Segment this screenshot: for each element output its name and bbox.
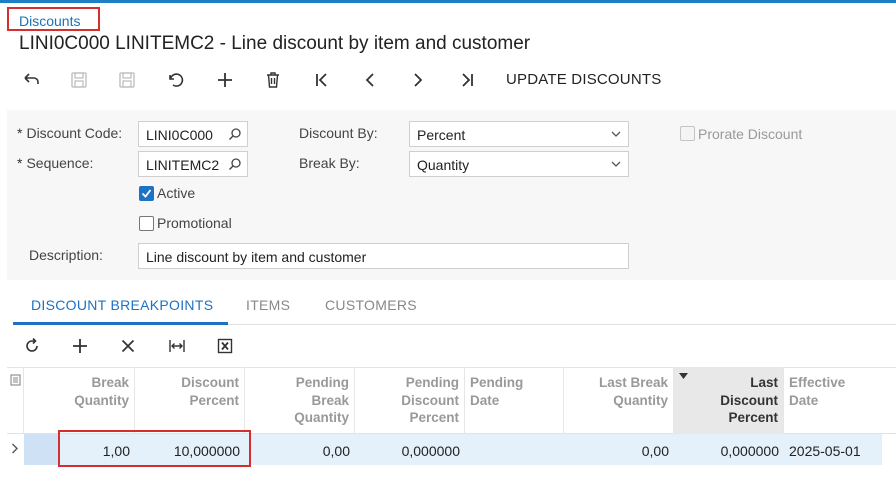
refresh-icon — [26, 337, 38, 352]
search-icon[interactable] — [228, 157, 242, 171]
discount-code-label: * Discount Code: — [17, 125, 123, 141]
add-button[interactable] — [211, 66, 239, 94]
cell-pending-date[interactable] — [465, 434, 564, 465]
discount-by-select[interactable]: Percent — [409, 121, 629, 147]
save-button[interactable] — [113, 66, 141, 94]
column-header-break-quantity[interactable]: Break Quantity — [24, 367, 135, 434]
last-record-button[interactable] — [453, 66, 481, 94]
delete-button[interactable] — [259, 66, 287, 94]
column-header-pending-break-quantity[interactable]: Pending Break Quantity — [245, 367, 355, 434]
cell-pending-discount-percent[interactable]: 0,000000 — [355, 434, 465, 465]
break-by-label: Break By: — [299, 155, 360, 171]
promotional-label: Promotional — [157, 215, 232, 231]
undo-icon — [169, 73, 184, 87]
cell-last-discount-percent[interactable]: 0,000000 — [674, 434, 784, 465]
column-header-pending-date[interactable]: Pending Date — [465, 367, 564, 434]
cell-last-break-quantity[interactable]: 0,00 — [564, 434, 674, 465]
discount-by-label: Discount By: — [299, 125, 378, 141]
prorate-discount-label: Prorate Discount — [698, 126, 803, 142]
promotional-checkbox[interactable] — [139, 216, 154, 231]
chevron-right-icon — [414, 73, 423, 87]
chevron-down-icon — [611, 131, 621, 137]
checkmark-icon — [141, 189, 152, 198]
tab-items[interactable]: ITEMS — [246, 297, 290, 313]
close-icon — [121, 339, 135, 353]
active-checkbox[interactable] — [139, 186, 154, 201]
first-record-button[interactable] — [308, 66, 336, 94]
sort-descending-icon — [679, 373, 688, 379]
column-header-discount-percent[interactable]: Discount Percent — [135, 367, 245, 434]
row-selector-header — [7, 367, 24, 434]
sequence-field[interactable]: LINITEMC2 — [138, 151, 248, 177]
undo-button[interactable] — [162, 66, 190, 94]
fit-columns-button[interactable] — [164, 334, 190, 358]
prorate-discount-checkbox[interactable] — [680, 126, 695, 141]
excel-icon — [217, 338, 233, 354]
tab-customers[interactable]: CUSTOMERS — [325, 297, 417, 313]
add-row-button[interactable] — [67, 334, 93, 358]
page-title: LINI0C000 LINITEMC2 - Line discount by i… — [19, 33, 531, 54]
plus-icon — [218, 73, 232, 87]
update-discounts-button[interactable]: UPDATE DISCOUNTS — [506, 71, 661, 88]
previous-record-button[interactable] — [356, 66, 384, 94]
chevron-left-icon — [365, 73, 374, 87]
file-icon — [10, 374, 21, 386]
active-label: Active — [157, 185, 196, 201]
search-icon[interactable] — [228, 127, 242, 141]
sequence-label: * Sequence: — [17, 155, 94, 171]
active-tab-indicator — [13, 322, 228, 325]
description-field[interactable]: Line discount by item and customer — [138, 243, 629, 269]
refresh-button[interactable] — [19, 334, 45, 358]
discount-code-field[interactable]: LINI0C000 — [138, 121, 248, 147]
plus-icon — [73, 339, 87, 353]
cell-pending-break-quantity[interactable]: 0,00 — [245, 434, 355, 465]
breadcrumb-discounts-link[interactable]: Discounts — [19, 13, 80, 29]
save-close-button[interactable] — [65, 66, 93, 94]
column-header-last-break-quantity[interactable]: Last Break Quantity — [564, 367, 674, 434]
column-header-last-discount-percent[interactable]: Last Discount Percent — [674, 367, 784, 434]
chevron-down-icon — [611, 161, 621, 167]
top-accent-bar — [0, 0, 896, 3]
save-icon — [119, 72, 135, 88]
chevron-right-icon — [12, 443, 18, 454]
back-button[interactable] — [17, 66, 45, 94]
save-close-icon — [71, 72, 87, 88]
cell-effective-date[interactable]: 2025-05-01 — [784, 434, 882, 465]
trash-icon — [267, 72, 279, 88]
back-arrow-icon — [24, 73, 39, 84]
values-highlight — [58, 430, 251, 467]
export-excel-button[interactable] — [212, 334, 238, 358]
last-icon — [462, 73, 473, 87]
column-header-pending-discount-percent[interactable]: Pending Discount Percent — [355, 367, 465, 434]
row-selector[interactable] — [7, 434, 24, 465]
first-icon — [316, 73, 327, 87]
delete-row-button[interactable] — [115, 334, 141, 358]
fit-width-icon — [169, 340, 185, 352]
column-header-effective-date[interactable]: Effective Date — [784, 367, 882, 434]
next-record-button[interactable] — [404, 66, 432, 94]
description-label: Description: — [29, 247, 103, 263]
break-by-select[interactable]: Quantity — [409, 151, 629, 177]
tab-discount-breakpoints[interactable]: DISCOUNT BREAKPOINTS — [31, 297, 213, 313]
